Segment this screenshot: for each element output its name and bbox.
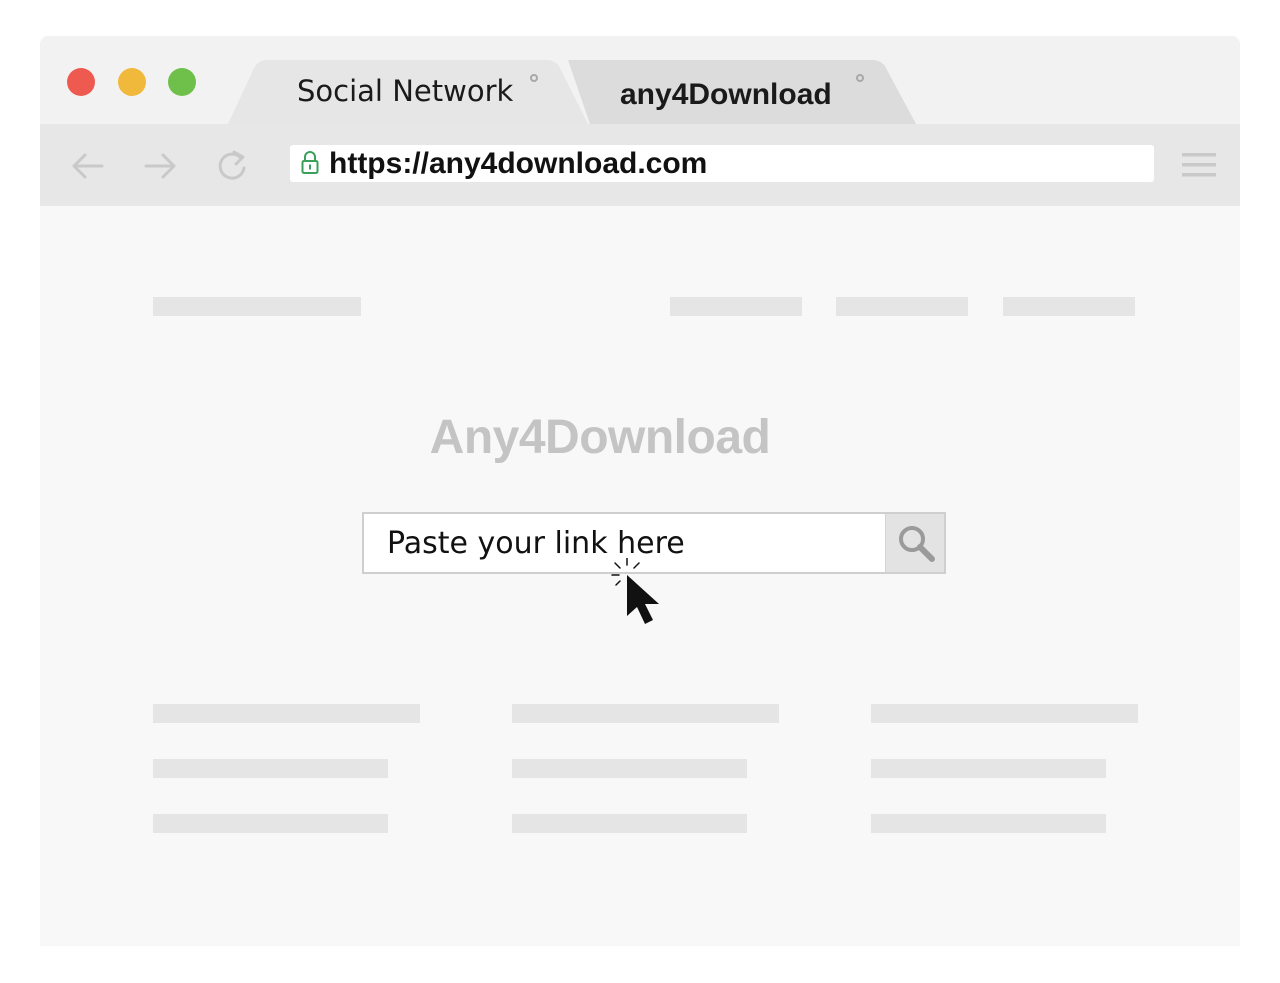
browser-window: Social Network any4Download https://any4…: [40, 36, 1240, 946]
footer-placeholder: [871, 704, 1138, 723]
browser-toolbar: https://any4download.com: [40, 124, 1240, 206]
tab-label: Social Network: [297, 74, 514, 108]
logo-placeholder: [153, 297, 361, 316]
tab-label: any4Download: [620, 78, 832, 111]
search-button[interactable]: [885, 514, 944, 572]
page-content: Any4Download: [40, 206, 1240, 946]
brand-title: Any4Download: [429, 411, 771, 464]
footer-placeholder: [153, 759, 388, 778]
nav-link-placeholder: [1003, 297, 1135, 316]
footer-placeholder: [512, 759, 747, 778]
footer-placeholder: [512, 704, 779, 723]
hamburger-menu-icon[interactable]: [1182, 151, 1216, 179]
footer-placeholder: [512, 814, 747, 833]
nav-link-placeholder: [670, 297, 802, 316]
lock-icon: [301, 151, 319, 174]
search-icon: [899, 526, 935, 562]
tab-close-icon[interactable]: [856, 74, 864, 82]
tab-any4download[interactable]: any4Download: [568, 60, 916, 124]
forward-arrow-icon[interactable]: [140, 146, 180, 186]
tab-close-icon[interactable]: [530, 74, 538, 82]
title-bar: Social Network any4Download: [40, 36, 1240, 124]
minimize-window-button[interactable]: [118, 68, 146, 96]
footer-placeholder: [871, 759, 1106, 778]
footer-placeholder: [153, 704, 420, 723]
footer-placeholder: [871, 814, 1106, 833]
maximize-window-button[interactable]: [168, 68, 196, 96]
tab-social-network[interactable]: Social Network: [228, 60, 588, 124]
footer-placeholder: [153, 814, 388, 833]
url-text: https://any4download.com: [329, 147, 708, 180]
back-arrow-icon[interactable]: [68, 146, 108, 186]
address-bar[interactable]: https://any4download.com: [290, 145, 1154, 182]
close-window-button[interactable]: [67, 68, 95, 96]
mouse-cursor-icon: [611, 558, 659, 624]
reload-icon[interactable]: [212, 146, 252, 186]
nav-link-placeholder: [836, 297, 968, 316]
